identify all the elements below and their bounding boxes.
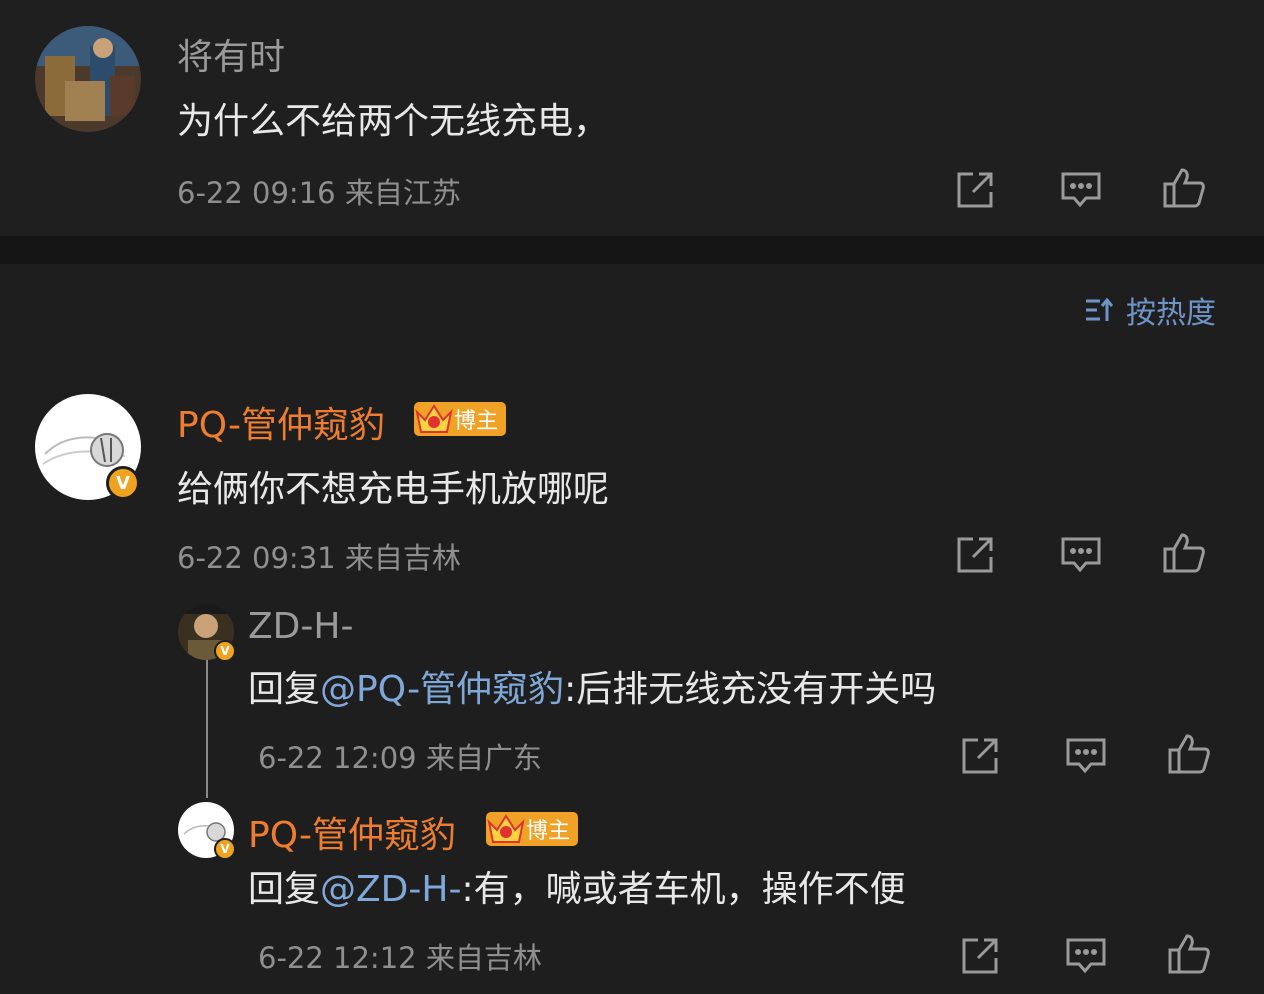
- like-icon[interactable]: [1162, 166, 1206, 210]
- comment-meta: 6-22 09:31 来自吉林: [177, 541, 461, 575]
- reply-body: :有，喊或者车机，操作不便: [461, 869, 906, 910]
- like-icon[interactable]: [1167, 932, 1211, 976]
- like-icon[interactable]: [1167, 732, 1211, 776]
- comment-text: 给俩你不想充电手机放哪呢: [177, 469, 610, 510]
- reply-prefix: 回复: [248, 869, 321, 910]
- share-icon[interactable]: [960, 736, 1000, 776]
- comment-icon[interactable]: [1060, 535, 1102, 575]
- mention-link[interactable]: @PQ-管仲窥豹: [320, 669, 564, 710]
- sort-button[interactable]: 按热度: [1084, 288, 1216, 332]
- verified-badge: V: [214, 640, 236, 662]
- badge-label: 博主: [526, 819, 571, 844]
- crown-icon: [486, 812, 526, 846]
- crown-icon: [414, 402, 454, 436]
- sort-label: 按热度: [1126, 296, 1216, 331]
- comment-author[interactable]: 将有时: [177, 28, 285, 80]
- mention-link[interactable]: @ZD-H-: [320, 869, 461, 910]
- share-icon[interactable]: [955, 535, 995, 575]
- comment-icon[interactable]: [1065, 936, 1107, 976]
- blogger-badge: 博主: [414, 402, 507, 436]
- badge-label: 博主: [454, 409, 499, 434]
- reply-meta: 6-22 12:09 来自广东: [258, 741, 542, 775]
- blogger-badge: 博主: [486, 812, 579, 846]
- share-icon[interactable]: [955, 170, 995, 210]
- sort-icon: [1084, 295, 1114, 325]
- reply-prefix: 回复: [248, 669, 321, 710]
- comment-icon[interactable]: [1060, 170, 1102, 210]
- reply-meta: 6-22 12:12 来自吉林: [258, 941, 542, 975]
- reply-text: 回复@PQ-管仲窥豹:后排无线充没有开关吗: [248, 660, 936, 712]
- comment-author[interactable]: PQ-管仲窥豹: [177, 396, 385, 448]
- comment-meta: 6-22 09:16 来自江苏: [177, 176, 461, 210]
- verified-badge: V: [106, 466, 140, 500]
- reply-author[interactable]: ZD-H-: [248, 606, 353, 647]
- avatar[interactable]: [35, 26, 141, 132]
- comment-icon[interactable]: [1065, 736, 1107, 776]
- verified-badge: V: [214, 838, 236, 860]
- comment-text: 为什么不给两个无线充电，: [177, 101, 610, 142]
- reply-author[interactable]: PQ-管仲窥豹: [248, 806, 456, 858]
- reply-thread-line: [206, 660, 208, 798]
- like-icon[interactable]: [1162, 531, 1206, 575]
- reply-body: :后排无线充没有开关吗: [564, 669, 937, 710]
- reply-text: 回复@ZD-H-:有，喊或者车机，操作不便: [248, 860, 906, 912]
- section-divider: [0, 236, 1264, 264]
- share-icon[interactable]: [960, 936, 1000, 976]
